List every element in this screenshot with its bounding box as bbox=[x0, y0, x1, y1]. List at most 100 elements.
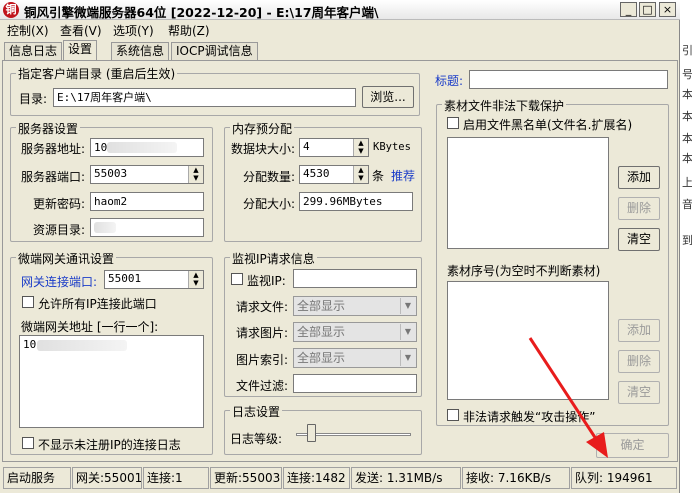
gateway-addr-value: 10 bbox=[23, 338, 37, 351]
block-size-spinner[interactable]: 4 ▲ ▼ bbox=[299, 138, 369, 157]
memory-title: 内存预分配 bbox=[230, 120, 295, 137]
request-file-select[interactable]: 全部显示 ▼ bbox=[293, 296, 417, 316]
add-blacklist-button[interactable]: 添加 bbox=[618, 166, 660, 189]
spin-arrows-icon[interactable]: ▲ ▼ bbox=[188, 271, 203, 288]
gateway-port-label: 网关连接端口: bbox=[21, 275, 98, 289]
request-image-label: 请求图片: bbox=[236, 326, 289, 340]
update-pwd-label: 更新密码: bbox=[33, 197, 86, 211]
maximize-button[interactable]: □ bbox=[639, 2, 656, 17]
menu-control[interactable]: 控制(X) bbox=[7, 22, 49, 39]
log-level-label: 日志等级: bbox=[230, 432, 283, 446]
tab-settings[interactable]: 设置 bbox=[63, 40, 98, 61]
server-title: 服务器设置 bbox=[16, 120, 81, 137]
server-addr-input[interactable]: 10 bbox=[90, 138, 204, 157]
spin-arrows-icon[interactable]: ▲ ▼ bbox=[353, 166, 368, 183]
update-conn-status: 连接:1482 bbox=[283, 467, 350, 489]
allow-all-ip-label: 允许所有IP连接此端口 bbox=[38, 297, 157, 311]
background-window-strip: 引 号 本 本 本 本 上 音 到 bbox=[681, 0, 692, 493]
spin-arrows-icon[interactable]: ▲ ▼ bbox=[353, 139, 368, 156]
blacklist-checkbox[interactable] bbox=[447, 117, 459, 129]
request-file-label: 请求文件: bbox=[236, 300, 289, 314]
menu-bar: 控制(X) 查看(V) 选项(Y) 帮助(Z) bbox=[0, 21, 680, 40]
delete-blacklist-button[interactable]: 删除 bbox=[618, 197, 660, 220]
side-text: 到 bbox=[682, 234, 692, 247]
redacted-blur bbox=[107, 142, 177, 153]
image-index-select[interactable]: 全部显示 ▼ bbox=[293, 348, 417, 368]
tab-iocp-debug[interactable]: IOCP调试信息 bbox=[171, 42, 258, 60]
file-filter-input[interactable] bbox=[293, 374, 417, 393]
main-window: 铜 铜风引擎微端服务器64位 [2022-12-20] - E:\17周年客户端… bbox=[0, 0, 680, 493]
gateway-addr-label: 微端网关地址 [一行一个]: bbox=[21, 320, 159, 334]
clear-blacklist-button[interactable]: 清空 bbox=[618, 228, 660, 251]
menu-help[interactable]: 帮助(Z) bbox=[168, 22, 210, 39]
recommend-link[interactable]: 推荐 bbox=[391, 167, 415, 184]
redacted-blur bbox=[94, 222, 116, 233]
server-port-label: 服务器端口: bbox=[21, 170, 86, 184]
spin-arrows-icon[interactable]: ▲ ▼ bbox=[188, 166, 203, 183]
hide-unregistered-checkbox[interactable] bbox=[22, 437, 34, 449]
monitor-ip-checkbox[interactable] bbox=[231, 273, 243, 285]
queue-status: 队列: 194961 bbox=[571, 467, 677, 489]
side-text: 引 bbox=[682, 44, 692, 57]
client-dir-title: 指定客户端目录 (重启后生效) bbox=[16, 65, 178, 82]
monitor-ip-label: 监视IP: bbox=[247, 274, 286, 288]
menu-view[interactable]: 查看(V) bbox=[60, 22, 102, 39]
monitor-title: 监视IP请求信息 bbox=[230, 250, 317, 267]
window-title: 铜风引擎微端服务器64位 [2022-12-20] - E:\17周年客户端\ bbox=[24, 5, 379, 20]
tab-system-info[interactable]: 系统信息 bbox=[111, 42, 170, 60]
count-unit: 条 bbox=[372, 169, 385, 183]
side-text: 号 bbox=[682, 68, 692, 81]
clear-seq-button[interactable]: 清空 bbox=[618, 381, 660, 404]
server-port-value: 55003 bbox=[94, 167, 128, 180]
side-text: 本 bbox=[682, 152, 692, 165]
file-filter-label: 文件过滤: bbox=[236, 379, 289, 393]
update-pwd-input[interactable]: haom2 bbox=[90, 192, 204, 211]
image-index-value: 全部显示 bbox=[297, 351, 346, 365]
side-text: 本 bbox=[682, 88, 692, 101]
menu-options[interactable]: 选项(Y) bbox=[113, 22, 154, 39]
gateway-addr-textarea[interactable]: 10 bbox=[19, 335, 204, 428]
request-image-value: 全部显示 bbox=[297, 325, 346, 339]
gateway-port-spinner[interactable]: 55001 ▲ ▼ bbox=[104, 270, 204, 289]
tab-info-log[interactable]: 信息日志 bbox=[4, 42, 63, 60]
start-service-status[interactable]: 启动服务 bbox=[3, 467, 71, 489]
res-dir-label: 资源目录: bbox=[33, 223, 86, 237]
blacklist-list[interactable] bbox=[447, 137, 609, 249]
send-rate-status: 发送: 1.31MB/s bbox=[351, 467, 461, 489]
title-label: 标题: bbox=[435, 74, 464, 88]
allow-all-ip-checkbox[interactable] bbox=[22, 296, 34, 308]
side-text: 本 bbox=[682, 132, 692, 145]
browse-button[interactable]: 浏览... bbox=[362, 86, 414, 108]
attack-checkbox[interactable] bbox=[447, 409, 459, 421]
app-icon: 铜 bbox=[3, 2, 19, 18]
add-seq-button[interactable]: 添加 bbox=[618, 319, 660, 342]
delete-seq-button[interactable]: 删除 bbox=[618, 350, 660, 373]
request-image-select[interactable]: 全部显示 ▼ bbox=[293, 322, 417, 342]
res-dir-input[interactable] bbox=[90, 218, 204, 237]
gateway-port-value: 55001 bbox=[108, 272, 142, 285]
recv-rate-status: 接收: 7.16KB/s bbox=[462, 467, 570, 489]
monitor-ip-input[interactable] bbox=[293, 269, 417, 288]
log-level-thumb[interactable] bbox=[307, 424, 316, 442]
dir-label: 目录: bbox=[19, 92, 48, 106]
alloc-count-label: 分配数量: bbox=[243, 170, 296, 184]
dir-input[interactable]: E:\17周年客户端\ bbox=[53, 88, 356, 107]
protect-title: 素材文件非法下载保护 bbox=[442, 97, 567, 114]
block-size-label: 数据块大小: bbox=[231, 142, 296, 156]
minimize-button[interactable]: _ bbox=[620, 2, 637, 17]
close-button[interactable]: × bbox=[659, 2, 676, 17]
block-size-value: 4 bbox=[303, 140, 310, 153]
redacted-blur bbox=[37, 340, 127, 351]
alloc-count-spinner[interactable]: 4530 ▲ ▼ bbox=[299, 165, 369, 184]
title-bar: 铜 铜风引擎微端服务器64位 [2022-12-20] - E:\17周年客户端… bbox=[0, 0, 680, 20]
server-addr-value: 10 bbox=[94, 141, 108, 154]
chevron-down-icon: ▼ bbox=[400, 350, 415, 366]
blacklist-label: 启用文件黑名单(文件名.扩展名) bbox=[463, 118, 633, 132]
side-text: 本 bbox=[682, 110, 692, 123]
seq-label: 素材序号(为空时不判断素材) bbox=[447, 264, 601, 278]
request-file-value: 全部显示 bbox=[297, 299, 346, 313]
title-input[interactable] bbox=[469, 70, 668, 89]
block-unit: KBytes bbox=[373, 141, 411, 153]
side-text: 音 bbox=[682, 198, 692, 211]
server-port-spinner[interactable]: 55003 ▲ ▼ bbox=[90, 165, 204, 184]
